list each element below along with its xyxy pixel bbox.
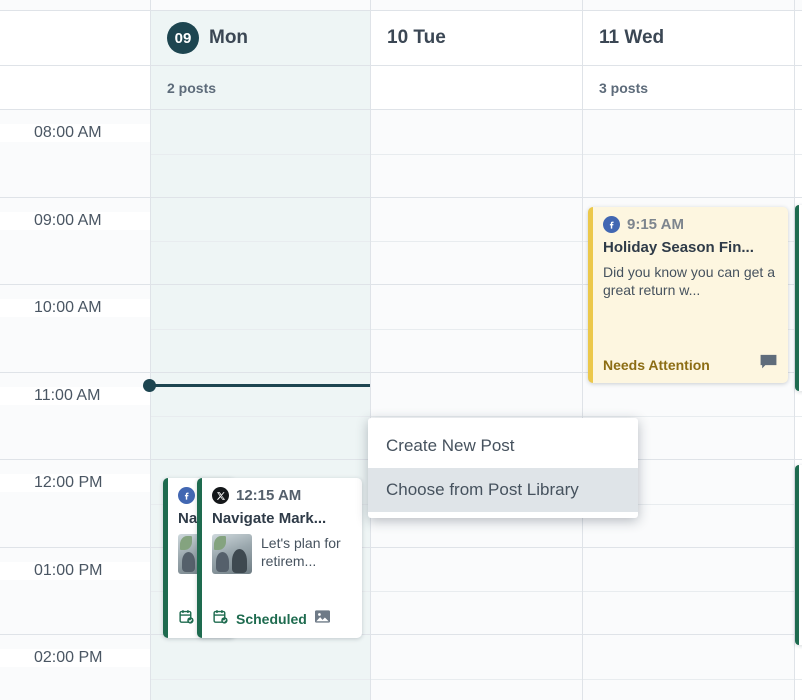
- hour-label: 11:00 AM: [0, 386, 150, 405]
- current-time-line: [145, 384, 370, 387]
- date-badge-today: 09: [167, 22, 199, 54]
- post-card-header: 12:15 AM: [212, 487, 352, 504]
- header-cell-mon[interactable]: 09 Mon: [151, 11, 370, 65]
- post-excerpt: Let's plan for retirem...: [261, 535, 341, 570]
- hour-label: 10:00 AM: [0, 299, 150, 317]
- x-twitter-icon: [212, 487, 229, 504]
- post-card-wednesday-facebook[interactable]: 9:15 AM Holiday Season Fin... Did you kn…: [588, 207, 788, 383]
- posts-count-row: 2 posts 3 posts: [0, 66, 802, 110]
- menu-item-choose-from-post-library[interactable]: Choose from Post Library: [368, 468, 638, 512]
- posts-count-cell-time: [0, 66, 150, 109]
- post-time: 9:15 AM: [627, 216, 684, 233]
- post-card-thursday-2[interactable]: [795, 465, 802, 645]
- calendar-header-row: 09 Mon 10 Tue 11 Wed: [0, 10, 802, 66]
- header-label-tue: 10 Tue: [387, 27, 446, 48]
- calendar-check-icon: [178, 608, 195, 630]
- header-cell-wed[interactable]: 11 Wed: [583, 11, 794, 65]
- hour-label: 12:00 PM: [0, 474, 150, 492]
- post-thumbnail: [212, 534, 252, 574]
- facebook-icon: [178, 487, 195, 504]
- hour-label: 02:00 PM: [0, 649, 150, 667]
- facebook-icon: [603, 216, 620, 233]
- post-title: Navigate Mark...: [212, 510, 327, 527]
- post-title: Holiday Season Fin...: [603, 239, 754, 256]
- menu-item-create-new-post[interactable]: Create New Post: [368, 424, 638, 468]
- post-body: Did you know you can get a great return …: [603, 263, 778, 348]
- post-card-thursday-1[interactable]: [795, 205, 802, 391]
- calendar-week-view: 08:00 AM 09:00 AM 10:00 AM 11:00 AM 12:00 PM…: [0, 0, 802, 700]
- image-icon: [314, 609, 331, 629]
- posts-count-thu: [795, 66, 802, 109]
- posts-count-wed: 3 posts: [583, 66, 794, 109]
- post-excerpt: Did you know you can get a great return …: [603, 264, 775, 299]
- header-label-mon: Mon: [209, 27, 249, 48]
- hour-label: 08:00 AM: [0, 124, 150, 142]
- hour-label: 01:00 PM: [0, 561, 150, 580]
- header-cell-tue[interactable]: 10 Tue: [371, 11, 582, 65]
- post-time: 12:15 AM: [236, 487, 302, 504]
- post-body: Let's plan for retirem...: [212, 534, 352, 602]
- post-status: Needs Attention: [603, 356, 710, 373]
- post-footer: Scheduled: [212, 602, 352, 630]
- hour-label: 09:00 AM: [0, 211, 150, 230]
- post-card-header: 9:15 AM: [603, 216, 778, 233]
- post-status: Scheduled: [236, 611, 307, 627]
- context-menu: Create New Post Choose from Post Library: [368, 418, 638, 518]
- header-cell-time: [0, 11, 150, 65]
- post-footer: Needs Attention: [603, 348, 778, 375]
- comment-icon[interactable]: [759, 354, 778, 375]
- header-cell-thu[interactable]: [795, 11, 802, 65]
- header-label-wed: 11 Wed: [599, 27, 665, 48]
- posts-count-tue: [371, 66, 582, 109]
- calendar-check-icon: [212, 608, 229, 630]
- post-card-monday-x[interactable]: 12:15 AM Navigate Mark... Let's plan for…: [197, 478, 362, 638]
- current-time-dot: [143, 379, 156, 392]
- posts-count-mon: 2 posts: [151, 66, 370, 109]
